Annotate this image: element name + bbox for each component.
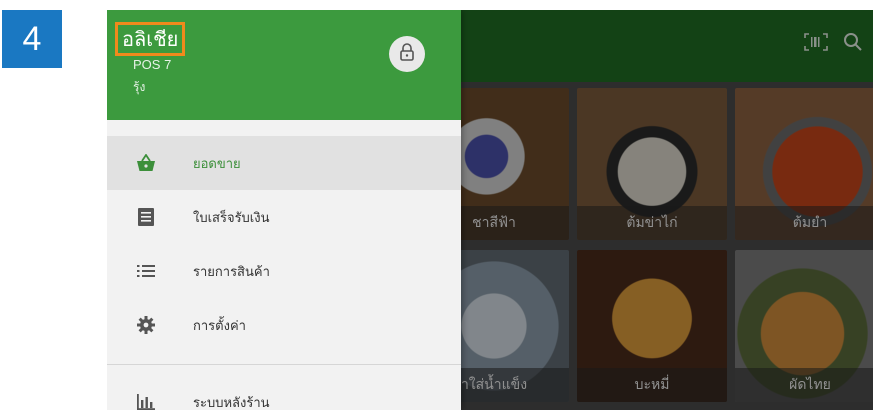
menu-item-label: ระบบหลังร้าน: [193, 395, 270, 410]
role-label: รุ้ง: [133, 80, 146, 94]
drawer-header: อลิเชีย POS 7 รุ้ง: [107, 10, 461, 120]
step-number-badge: 4: [2, 10, 62, 68]
menu-item-settings[interactable]: การตั้งค่า: [107, 298, 461, 352]
menu-item-label: การตั้งค่า: [193, 318, 246, 334]
lock-button[interactable]: [389, 36, 425, 72]
menu-item-label: ใบเสร็จรับเงิน: [193, 210, 270, 226]
pos-label: POS 7: [133, 57, 172, 72]
menu-item-receipts[interactable]: ใบเสร็จรับเงิน: [107, 190, 461, 244]
menu-item-label: ยอดขาย: [193, 156, 241, 172]
drawer-menu: ยอดขาย ใบเสร็จรับเงิน รายการสินค้า การตั…: [107, 136, 461, 410]
menu-item-back-office[interactable]: ระบบหลังร้าน: [107, 375, 461, 410]
user-name: อลิเชีย: [115, 22, 186, 56]
gear-icon: [135, 314, 157, 336]
menu-item-items[interactable]: รายการสินค้า: [107, 244, 461, 298]
navigation-drawer: อลิเชีย POS 7 รุ้ง ยอดขาย ใบเสร็จรับเงิน…: [107, 10, 461, 410]
app-screen: ชาสีฟ้า ต้มข่าไก่ ต้มยำ ำใส่น้ำแข็ง บะหม…: [107, 10, 873, 410]
lock-icon: [399, 43, 415, 65]
list-icon: [135, 260, 157, 282]
menu-divider: [107, 364, 461, 365]
basket-icon: [135, 152, 157, 174]
menu-item-label: รายการสินค้า: [193, 264, 270, 280]
menu-item-sales[interactable]: ยอดขาย: [107, 136, 461, 190]
receipt-icon: [135, 206, 157, 228]
bar-chart-icon: [135, 391, 157, 410]
